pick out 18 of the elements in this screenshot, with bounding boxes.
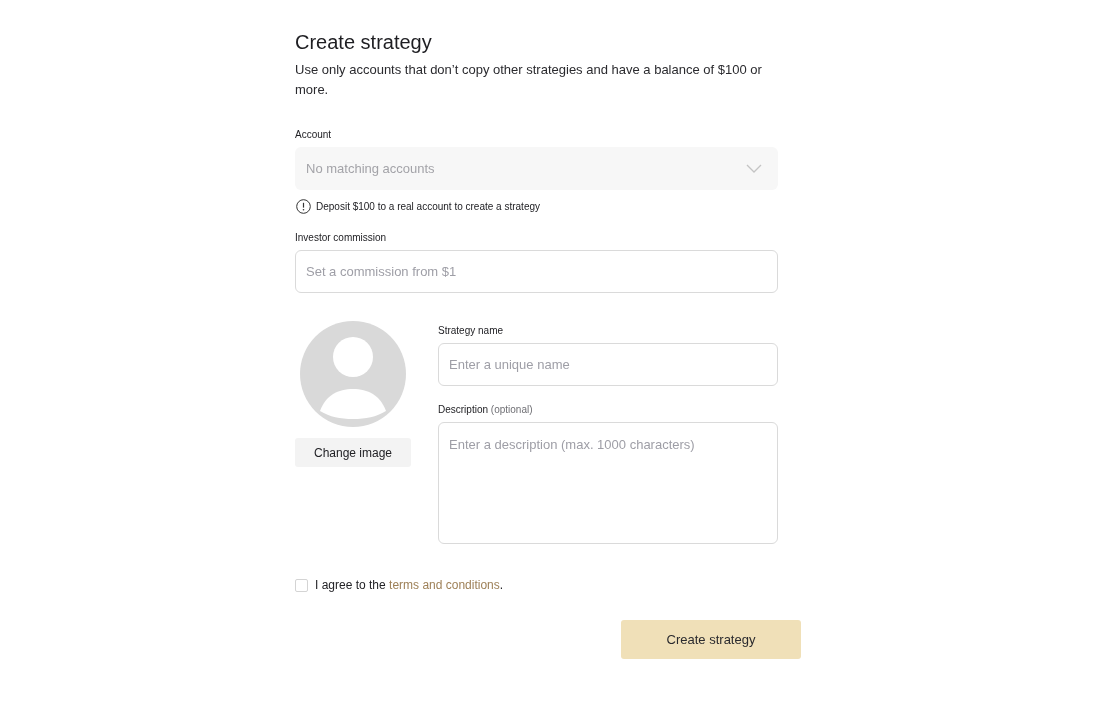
page-description: Use only accounts that don’t copy other strategies and have a balance of $100 or more. xyxy=(295,61,763,99)
agreement-text: I agree to the terms and conditions. xyxy=(315,578,504,592)
avatar-icon xyxy=(300,321,406,427)
commission-input[interactable]: Set a commission from $1 xyxy=(295,250,778,293)
commission-label: Investor commission xyxy=(295,231,388,245)
page-title: Create strategy xyxy=(295,30,433,54)
agreement-checkbox[interactable] xyxy=(295,578,308,592)
optional-note: (optional) xyxy=(490,404,533,415)
description-label: Description xyxy=(438,404,489,415)
description-input[interactable]: Enter a description (max. 1000 characters) xyxy=(438,422,778,544)
account-hint: Deposit $100 to a real account to create a strategy xyxy=(316,199,541,214)
account-label: Account xyxy=(295,128,333,142)
strategy-name-input[interactable]: Enter a unique name xyxy=(438,343,778,386)
chevron-down-icon xyxy=(746,164,762,173)
terms-link[interactable]: terms and conditions xyxy=(389,578,500,592)
change-image-button[interactable]: Change image xyxy=(295,438,411,467)
strategy-name-label: Strategy name xyxy=(438,324,505,338)
alert-icon xyxy=(296,199,311,214)
